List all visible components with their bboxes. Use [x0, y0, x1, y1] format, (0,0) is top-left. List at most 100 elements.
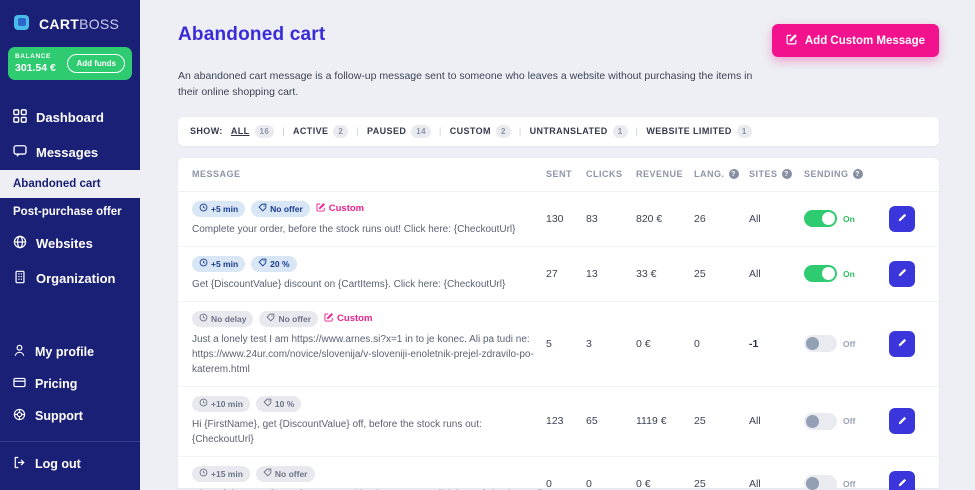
custom-tag: Custom: [316, 202, 364, 215]
filter-website-limited[interactable]: WEBSITE LIMITED1: [646, 125, 751, 138]
pencil-icon: [897, 476, 908, 490]
cartboss-logo[interactable]: CARTBOSS: [0, 0, 140, 45]
clicks-value: 13: [586, 268, 636, 280]
sidebar-item-label: Messages: [36, 145, 98, 160]
pencil-icon: [897, 414, 908, 429]
column-sent: SENT: [546, 169, 586, 179]
table-body: +5 min No offer Custom Complete your order…: [178, 192, 939, 490]
filter-count: 1: [613, 125, 628, 138]
sending-toggle[interactable]: [804, 335, 837, 352]
offer-tag-icon: [263, 398, 272, 409]
sidebar-item-pricing[interactable]: Pricing: [0, 368, 140, 400]
sending-state-label: On: [843, 214, 855, 224]
sidebar-item-label: Support: [35, 409, 83, 423]
column-revenue: REVENUE: [636, 169, 694, 179]
offer-badge: 20 %: [251, 256, 296, 272]
filter-count: 14: [411, 125, 431, 138]
lang-value: 25: [694, 415, 749, 427]
clock-icon: [199, 258, 208, 269]
offer-badge: No offer: [259, 311, 318, 327]
toggle-knob: [822, 212, 835, 225]
sidebar-item-label: Pricing: [35, 377, 77, 391]
help-icon[interactable]: ?: [853, 169, 863, 179]
delay-badge: No delay: [192, 311, 253, 327]
column-sending: SENDING?: [804, 169, 889, 179]
sidebar-item-websites[interactable]: Websites: [0, 226, 140, 261]
add-custom-message-button[interactable]: Add Custom Message: [772, 24, 939, 57]
sidebar-item-post-purchase-offer[interactable]: Post-purchase offer: [0, 198, 140, 226]
sending-toggle[interactable]: [804, 413, 837, 430]
sidebar-item-messages[interactable]: Messages: [0, 135, 140, 170]
edit-message-button[interactable]: [889, 408, 915, 434]
offer-tag-icon: [258, 258, 267, 269]
filter-separator: |: [519, 126, 522, 136]
add-funds-button[interactable]: Add funds: [67, 54, 125, 73]
edit-message-button[interactable]: [889, 331, 915, 357]
lang-value: 25: [694, 268, 749, 280]
edit-message-button[interactable]: [889, 261, 915, 287]
delay-badge: +10 min: [192, 396, 250, 412]
sidebar-item-label: Post-purchase offer: [13, 206, 122, 218]
sidebar: CARTBOSS BALANCE 301.54 € Add funds Dash…: [0, 0, 140, 490]
sidebar-item-label: Websites: [36, 236, 93, 251]
help-icon[interactable]: ?: [782, 169, 792, 179]
offer-badge: 10 %: [256, 396, 301, 412]
clicks-value: 65: [586, 415, 636, 427]
pencil-icon: [897, 336, 908, 351]
globe-icon: [13, 235, 27, 252]
sidebar-nav: Dashboard Messages Abandoned cart Post-p…: [0, 100, 140, 296]
custom-tag: Custom: [324, 312, 372, 325]
filter-count: 1: [737, 125, 752, 138]
sending-state-label: Off: [843, 479, 855, 489]
page-title: Abandoned cart: [178, 24, 325, 46]
filter-custom[interactable]: CUSTOM2: [450, 125, 511, 138]
message-text: Hi {FirstName}, get {DiscountValue} off,…: [192, 417, 546, 447]
sidebar-item-abandoned-cart[interactable]: Abandoned cart: [0, 170, 140, 198]
message-text: Just a lonely test I am https://www.arne…: [192, 332, 546, 377]
revenue-value: 33 €: [636, 268, 694, 280]
edit-message-button[interactable]: [889, 206, 915, 232]
sidebar-item-my-profile[interactable]: My profile: [0, 336, 140, 368]
sent-value: 130: [546, 213, 586, 225]
sending-toggle[interactable]: [804, 210, 837, 227]
sidebar-item-label: My profile: [35, 345, 94, 359]
revenue-value: 820 €: [636, 213, 694, 225]
delay-badge: +5 min: [192, 201, 245, 217]
sidebar-item-log-out[interactable]: Log out: [0, 448, 140, 480]
sending-toggle[interactable]: [804, 475, 837, 490]
cartboss-logo-icon: [13, 11, 33, 36]
sidebar-item-label: Abandoned cart: [13, 178, 101, 190]
column-sites: SITES?: [749, 169, 804, 179]
sending-toggle[interactable]: [804, 265, 837, 282]
filter-active[interactable]: ACTIVE2: [293, 125, 348, 138]
building-icon: [13, 270, 27, 287]
sidebar-item-dashboard[interactable]: Dashboard: [0, 100, 140, 135]
edit-message-button[interactable]: [889, 471, 915, 490]
column-lang: LANG.?: [694, 169, 749, 179]
sites-value: All: [749, 268, 804, 280]
balance-amount: 301.54 €: [15, 62, 56, 74]
sidebar-item-support[interactable]: Support: [0, 400, 140, 432]
offer-badge: No offer: [256, 466, 315, 482]
message-text: Complete your order, before the stock ru…: [192, 222, 546, 237]
clicks-value: 3: [586, 338, 636, 350]
sidebar-item-organization[interactable]: Organization: [0, 261, 140, 296]
clicks-value: 83: [586, 213, 636, 225]
main-content: Abandoned cart Add Custom Message An aba…: [140, 0, 975, 490]
sidebar-item-label: Log out: [35, 457, 81, 471]
filter-untranslated[interactable]: UNTRANSLATED1: [530, 125, 628, 138]
clock-icon: [199, 203, 208, 214]
help-icon[interactable]: ?: [729, 169, 739, 179]
toggle-knob: [806, 477, 819, 490]
table-row: +5 minNo offerCustom Complete your order…: [178, 192, 939, 247]
toggle-knob: [822, 267, 835, 280]
filter-all[interactable]: ALL16: [231, 125, 274, 138]
filter-separator: |: [636, 126, 639, 136]
lifebuoy-icon: [13, 408, 26, 424]
filter-paused[interactable]: PAUSED14: [367, 125, 431, 138]
toggle-knob: [806, 415, 819, 428]
sent-value: 123: [546, 415, 586, 427]
filter-count: 2: [496, 125, 511, 138]
pencil-square-icon: [324, 312, 334, 325]
offer-tag-icon: [258, 203, 267, 214]
